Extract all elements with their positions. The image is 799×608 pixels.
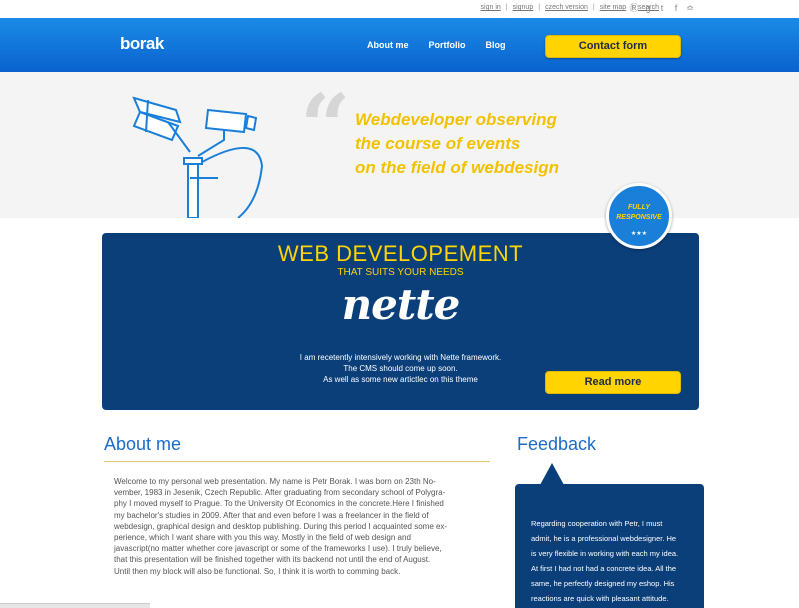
signup-link[interactable]: signup	[513, 4, 534, 11]
page: sign in | signup | czech version | site …	[0, 0, 799, 608]
main-nav: About me Portfolio Blog	[367, 40, 506, 50]
skype-icon[interactable]: Ⓡ	[629, 3, 639, 14]
contact-form-button[interactable]: Contact form	[545, 35, 681, 58]
feedback-text-line: reactions are quick with pleasant attitu…	[531, 594, 669, 603]
hero-section: “ Webdeveloper observing the course of e…	[0, 72, 799, 218]
tagline-line: on the field of webdesign	[355, 158, 559, 177]
separator: |	[538, 4, 541, 11]
site-logo[interactable]: borak	[120, 34, 164, 54]
security-camera-illustration	[132, 96, 264, 218]
quote-mark-icon: “	[300, 74, 351, 178]
about-text-line: my bachelor's studies in 2009. After tha…	[114, 510, 429, 520]
about-heading: About me	[104, 434, 182, 454]
badge-text: FULLY RESPONSIVE	[609, 203, 669, 223]
feedback-text-line: Regarding cooperation with Petr, I must	[531, 519, 663, 528]
nette-logo: nette	[341, 280, 461, 329]
facebook-icon[interactable]: f	[671, 3, 681, 14]
top-utility-bar: sign in | signup | czech version | site …	[0, 0, 799, 18]
about-text: Welcome to my personal web presentation.…	[114, 476, 480, 577]
separator: |	[592, 4, 595, 11]
separator: |	[505, 4, 508, 11]
rss-icon[interactable]: ≏	[685, 3, 695, 14]
web-development-banner: WEB DEVELOPEMENT THAT SUITS YOUR NEEDS n…	[102, 233, 699, 410]
sign-in-link[interactable]: sign in	[481, 4, 501, 11]
nav-portfolio[interactable]: Portfolio	[429, 40, 466, 50]
about-text-line: Until then my block will also be functio…	[114, 566, 401, 576]
read-more-button[interactable]: Read more	[545, 371, 681, 394]
about-divider	[104, 461, 490, 462]
feedback-text-line: is very flexible in working with each my…	[531, 549, 679, 558]
badge-line: FULLY	[627, 204, 651, 211]
feedback-card: Regarding cooperation with Petr, I must …	[515, 484, 704, 608]
hero-tagline: Webdeveloper observing the course of eve…	[355, 108, 559, 180]
feedback-text-line: At first I had not had a concrete idea. …	[531, 564, 677, 573]
about-text-line: vember, 1983 in Jesenik, Czech Republic.…	[114, 488, 446, 498]
about-text-line: javascript(no matter whether core javasc…	[114, 544, 442, 554]
feedback-text: Regarding cooperation with Petr, I must …	[531, 516, 699, 606]
about-text-line: that this presentation will be finished …	[114, 555, 431, 565]
feedback-text-line: same, he perfectly designed my eshop. Hi…	[531, 579, 675, 588]
banner-title: WEB DEVELOPEMENT	[277, 241, 524, 266]
tagline-line: the course of events	[355, 134, 521, 153]
social-icons: Ⓡ g t f ≏	[629, 3, 695, 14]
about-text-line: perience, which I want share with you th…	[114, 533, 411, 543]
feedback-pointer	[540, 463, 564, 485]
about-text-line: phy I moved myself to Prague. To the Uni…	[114, 499, 444, 509]
tumblr-icon[interactable]: t	[657, 3, 667, 14]
site-map-link[interactable]: site map	[600, 4, 626, 11]
czech-version-link[interactable]: czech version	[545, 4, 588, 11]
badge-line: RESPONSIVE	[616, 214, 662, 221]
feedback-heading: Feedback	[517, 434, 597, 454]
nav-about-me[interactable]: About me	[367, 40, 409, 50]
feedback-text-line: admit, he is a professional webdesigner.…	[531, 534, 677, 543]
horizontal-scrollbar[interactable]	[0, 603, 150, 608]
badge-stars-icon: ★★★	[630, 231, 648, 237]
about-text-line: Welcome to my personal web presentation.…	[114, 477, 436, 486]
site-header: borak About me Portfolio Blog Contact fo…	[0, 18, 799, 72]
tagline-line: Webdeveloper observing	[355, 110, 557, 129]
banner-subtitle: THAT SUITS YOUR NEEDS	[337, 267, 464, 278]
about-text-line: webdesign, graphical design and desktop …	[114, 521, 448, 531]
google-plus-icon[interactable]: g	[643, 3, 653, 14]
nav-blog[interactable]: Blog	[486, 40, 506, 50]
banner-text-line: I am recetently intensively working with…	[299, 353, 502, 362]
fully-responsive-badge: FULLY RESPONSIVE ★★★	[606, 183, 672, 249]
